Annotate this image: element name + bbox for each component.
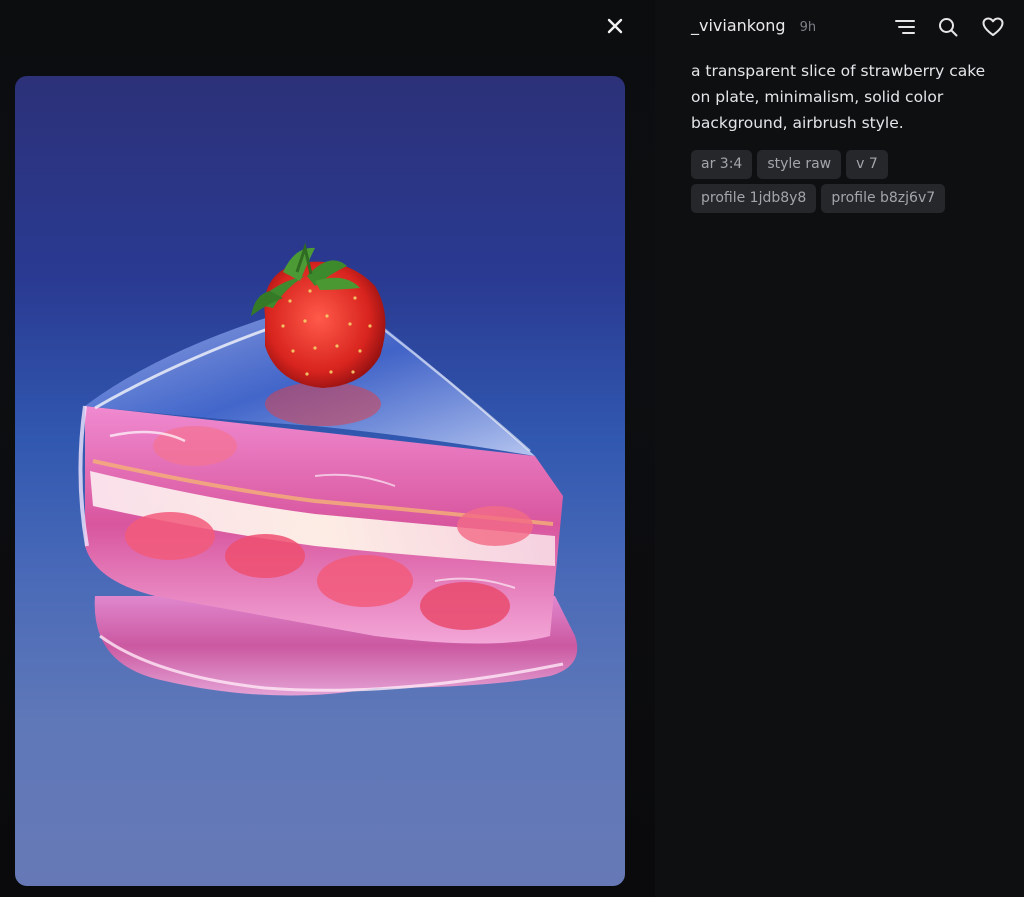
- post-time: 9h: [799, 20, 817, 35]
- search-button[interactable]: [936, 15, 960, 39]
- parameter-tags: ar 3:4 style raw v 7 profile 1jdb8y8 pro…: [691, 150, 991, 213]
- tag-profile-1[interactable]: profile 1jdb8y8: [691, 184, 817, 213]
- menu-button[interactable]: [893, 15, 917, 39]
- tag-profile-2[interactable]: profile b8zj6v7: [821, 184, 946, 213]
- close-button[interactable]: [603, 14, 627, 38]
- image-viewer: [0, 0, 655, 897]
- search-icon: [939, 18, 958, 37]
- tag-aspect-ratio[interactable]: ar 3:4: [691, 150, 753, 179]
- generated-image[interactable]: [15, 76, 625, 886]
- details-panel: _viviankong 9h a transparent slice of st…: [655, 0, 1024, 897]
- cake-illustration: [78, 242, 578, 696]
- like-button[interactable]: [981, 15, 1005, 39]
- prompt-text: a transparent slice of strawberry cake o…: [691, 62, 986, 132]
- close-icon: [607, 18, 623, 34]
- heart-icon: [982, 17, 1004, 36]
- menu-lines-icon: [895, 20, 915, 34]
- tag-style[interactable]: style raw: [757, 150, 842, 179]
- tag-version[interactable]: v 7: [846, 150, 888, 179]
- author-row: _viviankong 9h: [691, 16, 816, 35]
- username-link[interactable]: _viviankong: [691, 16, 786, 35]
